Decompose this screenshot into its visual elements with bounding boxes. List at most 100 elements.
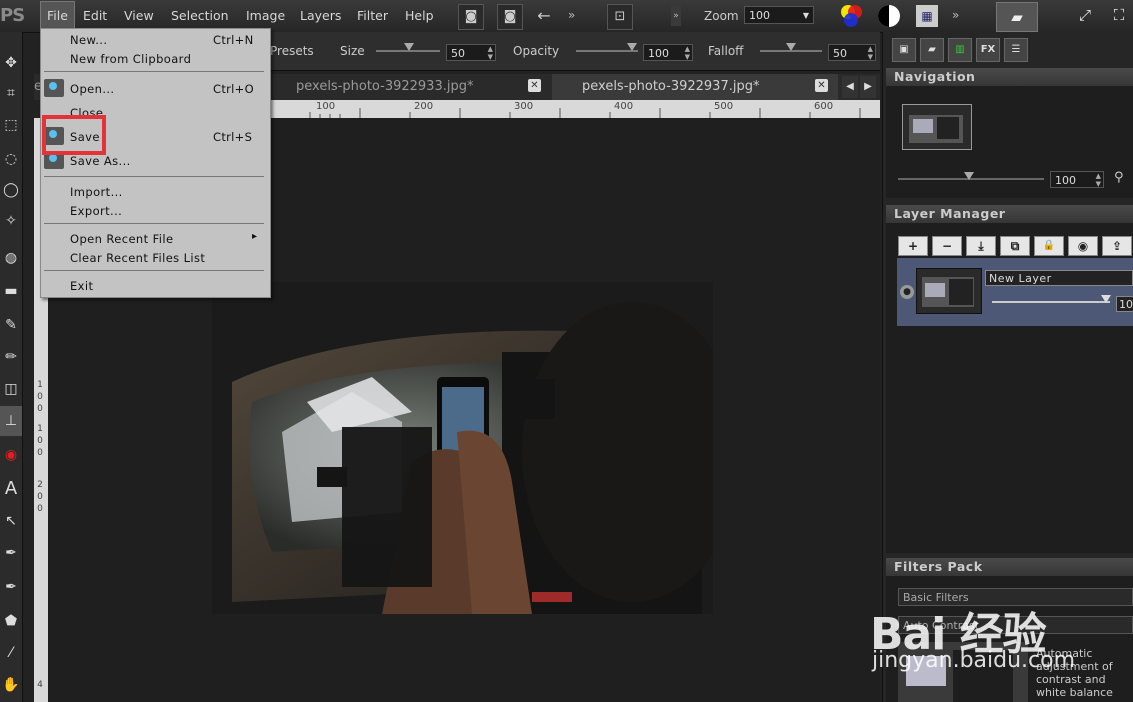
- pen-tool-icon[interactable]: ✒: [0, 538, 22, 568]
- resize-icon[interactable]: ⤢: [1074, 4, 1096, 26]
- menu-item-save-as[interactable]: Save As...: [70, 154, 131, 168]
- ruler-label: 0: [37, 492, 43, 502]
- camera-save-icon[interactable]: ◙: [458, 4, 484, 30]
- save-highlight-box: [42, 115, 106, 155]
- hand-tool-icon[interactable]: ✋: [0, 670, 22, 700]
- ruler-label: 1: [37, 424, 43, 434]
- close-icon[interactable]: ✕: [528, 79, 541, 92]
- ruler-label: 0: [37, 436, 43, 446]
- nav-zoom-input[interactable]: 100 ▲ ▼: [1050, 171, 1104, 188]
- spinner-icon[interactable]: ▲ ▼: [685, 45, 690, 61]
- falloff-slider-thumb[interactable]: [786, 43, 796, 51]
- size-input[interactable]: 50 ▲ ▼: [446, 44, 496, 61]
- layer-opacity-input[interactable]: 10: [1116, 296, 1133, 312]
- clone-stamp-icon[interactable]: ⊥: [0, 406, 22, 436]
- magic-wand-icon[interactable]: ✧: [0, 206, 22, 236]
- camera-export-icon[interactable]: ◙: [497, 4, 523, 30]
- move-tool-icon[interactable]: ✥: [0, 48, 22, 78]
- toolbar-more[interactable]: »: [568, 8, 575, 22]
- brush-tool-icon[interactable]: ✎: [0, 310, 22, 340]
- menu-item-exit[interactable]: Exit: [70, 279, 93, 293]
- toolbar-more-3[interactable]: »: [952, 8, 959, 22]
- menu-filter[interactable]: Filter: [351, 0, 394, 32]
- lock-layer-button[interactable]: 🔒: [1034, 236, 1064, 256]
- shape-tool-icon[interactable]: ⬟: [0, 606, 22, 636]
- chevron-down-icon: ▼: [802, 11, 809, 20]
- menu-item-new-from-clipboard[interactable]: New from Clipboard: [70, 52, 191, 66]
- transform-icon[interactable]: ⊡: [607, 4, 633, 30]
- pencil-tool-icon[interactable]: ✏: [0, 342, 22, 372]
- add-layer-button[interactable]: +: [898, 236, 928, 256]
- close-icon[interactable]: ✕: [815, 79, 828, 92]
- layer-style-button[interactable]: ⇪: [1102, 236, 1132, 256]
- opacity-slider-thumb[interactable]: [627, 43, 637, 51]
- spinner-icon[interactable]: ▲ ▼: [868, 45, 873, 61]
- list-tab-icon[interactable]: ☰: [1004, 38, 1028, 62]
- layers-tab-icon[interactable]: ▰: [920, 38, 944, 62]
- paint-bucket-icon[interactable]: ◍: [0, 243, 22, 273]
- tab-next-icon[interactable]: ▶: [860, 76, 876, 98]
- document-image[interactable]: [212, 282, 713, 614]
- menu-file[interactable]: File: [40, 1, 75, 31]
- zoom-in-icon[interactable]: ⚲: [1114, 170, 1124, 185]
- flag-icon[interactable]: ▦: [916, 5, 938, 27]
- tab-photo-3922937[interactable]: pexels-photo-3922937.jpg*: [552, 74, 838, 100]
- eyedropper-icon[interactable]: ⁄: [0, 638, 22, 668]
- size-slider-thumb[interactable]: [404, 43, 414, 51]
- presets-label[interactable]: Presets: [270, 44, 314, 58]
- ruler-label: 1: [37, 380, 43, 390]
- fullscreen-icon[interactable]: ⛶: [1108, 4, 1130, 26]
- navigation-header: Navigation: [886, 68, 1133, 86]
- menu-item-new[interactable]: New...: [70, 33, 107, 47]
- ellipse-select-icon[interactable]: ◌: [0, 144, 22, 174]
- layer-visibility-button[interactable]: ◉: [1068, 236, 1098, 256]
- toolbar-more-2[interactable]: »: [671, 6, 681, 26]
- red-eye-icon[interactable]: ◉: [0, 440, 22, 470]
- menu-help[interactable]: Help: [399, 0, 440, 32]
- zoom-select[interactable]: 100 ▼: [744, 6, 814, 24]
- menu-layers[interactable]: Layers: [294, 0, 347, 32]
- text-tool-icon[interactable]: A: [0, 474, 22, 504]
- spinner-icon[interactable]: ▲ ▼: [488, 45, 493, 61]
- shortcut-open: Ctrl+O: [213, 82, 254, 96]
- ruler-label: 500: [714, 101, 734, 112]
- pen-select-icon[interactable]: ↖: [0, 506, 22, 536]
- gradient-tool-icon[interactable]: ▬: [0, 276, 22, 306]
- layer-opacity-slider[interactable]: [992, 301, 1110, 303]
- layer-name-field[interactable]: New Layer: [985, 270, 1133, 286]
- opacity-input[interactable]: 100 ▲ ▼: [643, 44, 693, 61]
- merge-down-button[interactable]: ⤓: [966, 236, 996, 256]
- color-picker-icon[interactable]: [838, 3, 866, 29]
- nav-zoom-thumb[interactable]: [964, 172, 974, 180]
- levels-tab-icon[interactable]: ▥: [948, 38, 972, 62]
- menu-item-open-recent[interactable]: Open Recent File: [70, 232, 173, 246]
- navigation-thumbnail[interactable]: [902, 104, 972, 150]
- eye-icon[interactable]: ●: [900, 285, 914, 299]
- burn-tool-icon[interactable]: ✒: [0, 572, 22, 602]
- layer-opacity-thumb[interactable]: [1101, 295, 1111, 303]
- menu-separator: [44, 223, 264, 224]
- layers-stack-icon[interactable]: ▰: [996, 2, 1038, 32]
- undo-arrow-icon[interactable]: ←: [532, 4, 556, 28]
- menu-item-open[interactable]: Open...: [70, 82, 114, 96]
- menu-separator: [44, 71, 264, 72]
- duplicate-layer-button[interactable]: ⧉: [1000, 236, 1030, 256]
- menu-item-import[interactable]: Import...: [70, 185, 123, 199]
- tab-prev-icon[interactable]: ◀: [842, 76, 858, 98]
- tab-photo-3922933[interactable]: pexels-photo-3922933.jpg*: [276, 74, 548, 100]
- marquee-tool-icon[interactable]: ⬚: [0, 110, 22, 140]
- crop-tool-icon[interactable]: ⌗: [0, 78, 22, 108]
- falloff-value: 50: [833, 47, 847, 60]
- eraser-tool-icon[interactable]: ◫: [0, 374, 22, 404]
- spinner-icon[interactable]: ▲ ▼: [1096, 172, 1101, 188]
- delete-layer-button[interactable]: −: [932, 236, 962, 256]
- falloff-input[interactable]: 50 ▲ ▼: [828, 44, 876, 61]
- contrast-icon[interactable]: [876, 3, 902, 29]
- menu-item-export[interactable]: Export...: [70, 204, 122, 218]
- lasso-tool-icon[interactable]: ◯: [0, 175, 22, 205]
- menu-item-clear-recent[interactable]: Clear Recent Files List: [70, 251, 205, 265]
- ruler-label: 2: [37, 480, 43, 490]
- watermark-url: jingyan.baidu.com: [872, 648, 1076, 673]
- histogram-tab-icon[interactable]: ▣: [892, 38, 916, 62]
- fx-tab[interactable]: FX: [976, 38, 1000, 62]
